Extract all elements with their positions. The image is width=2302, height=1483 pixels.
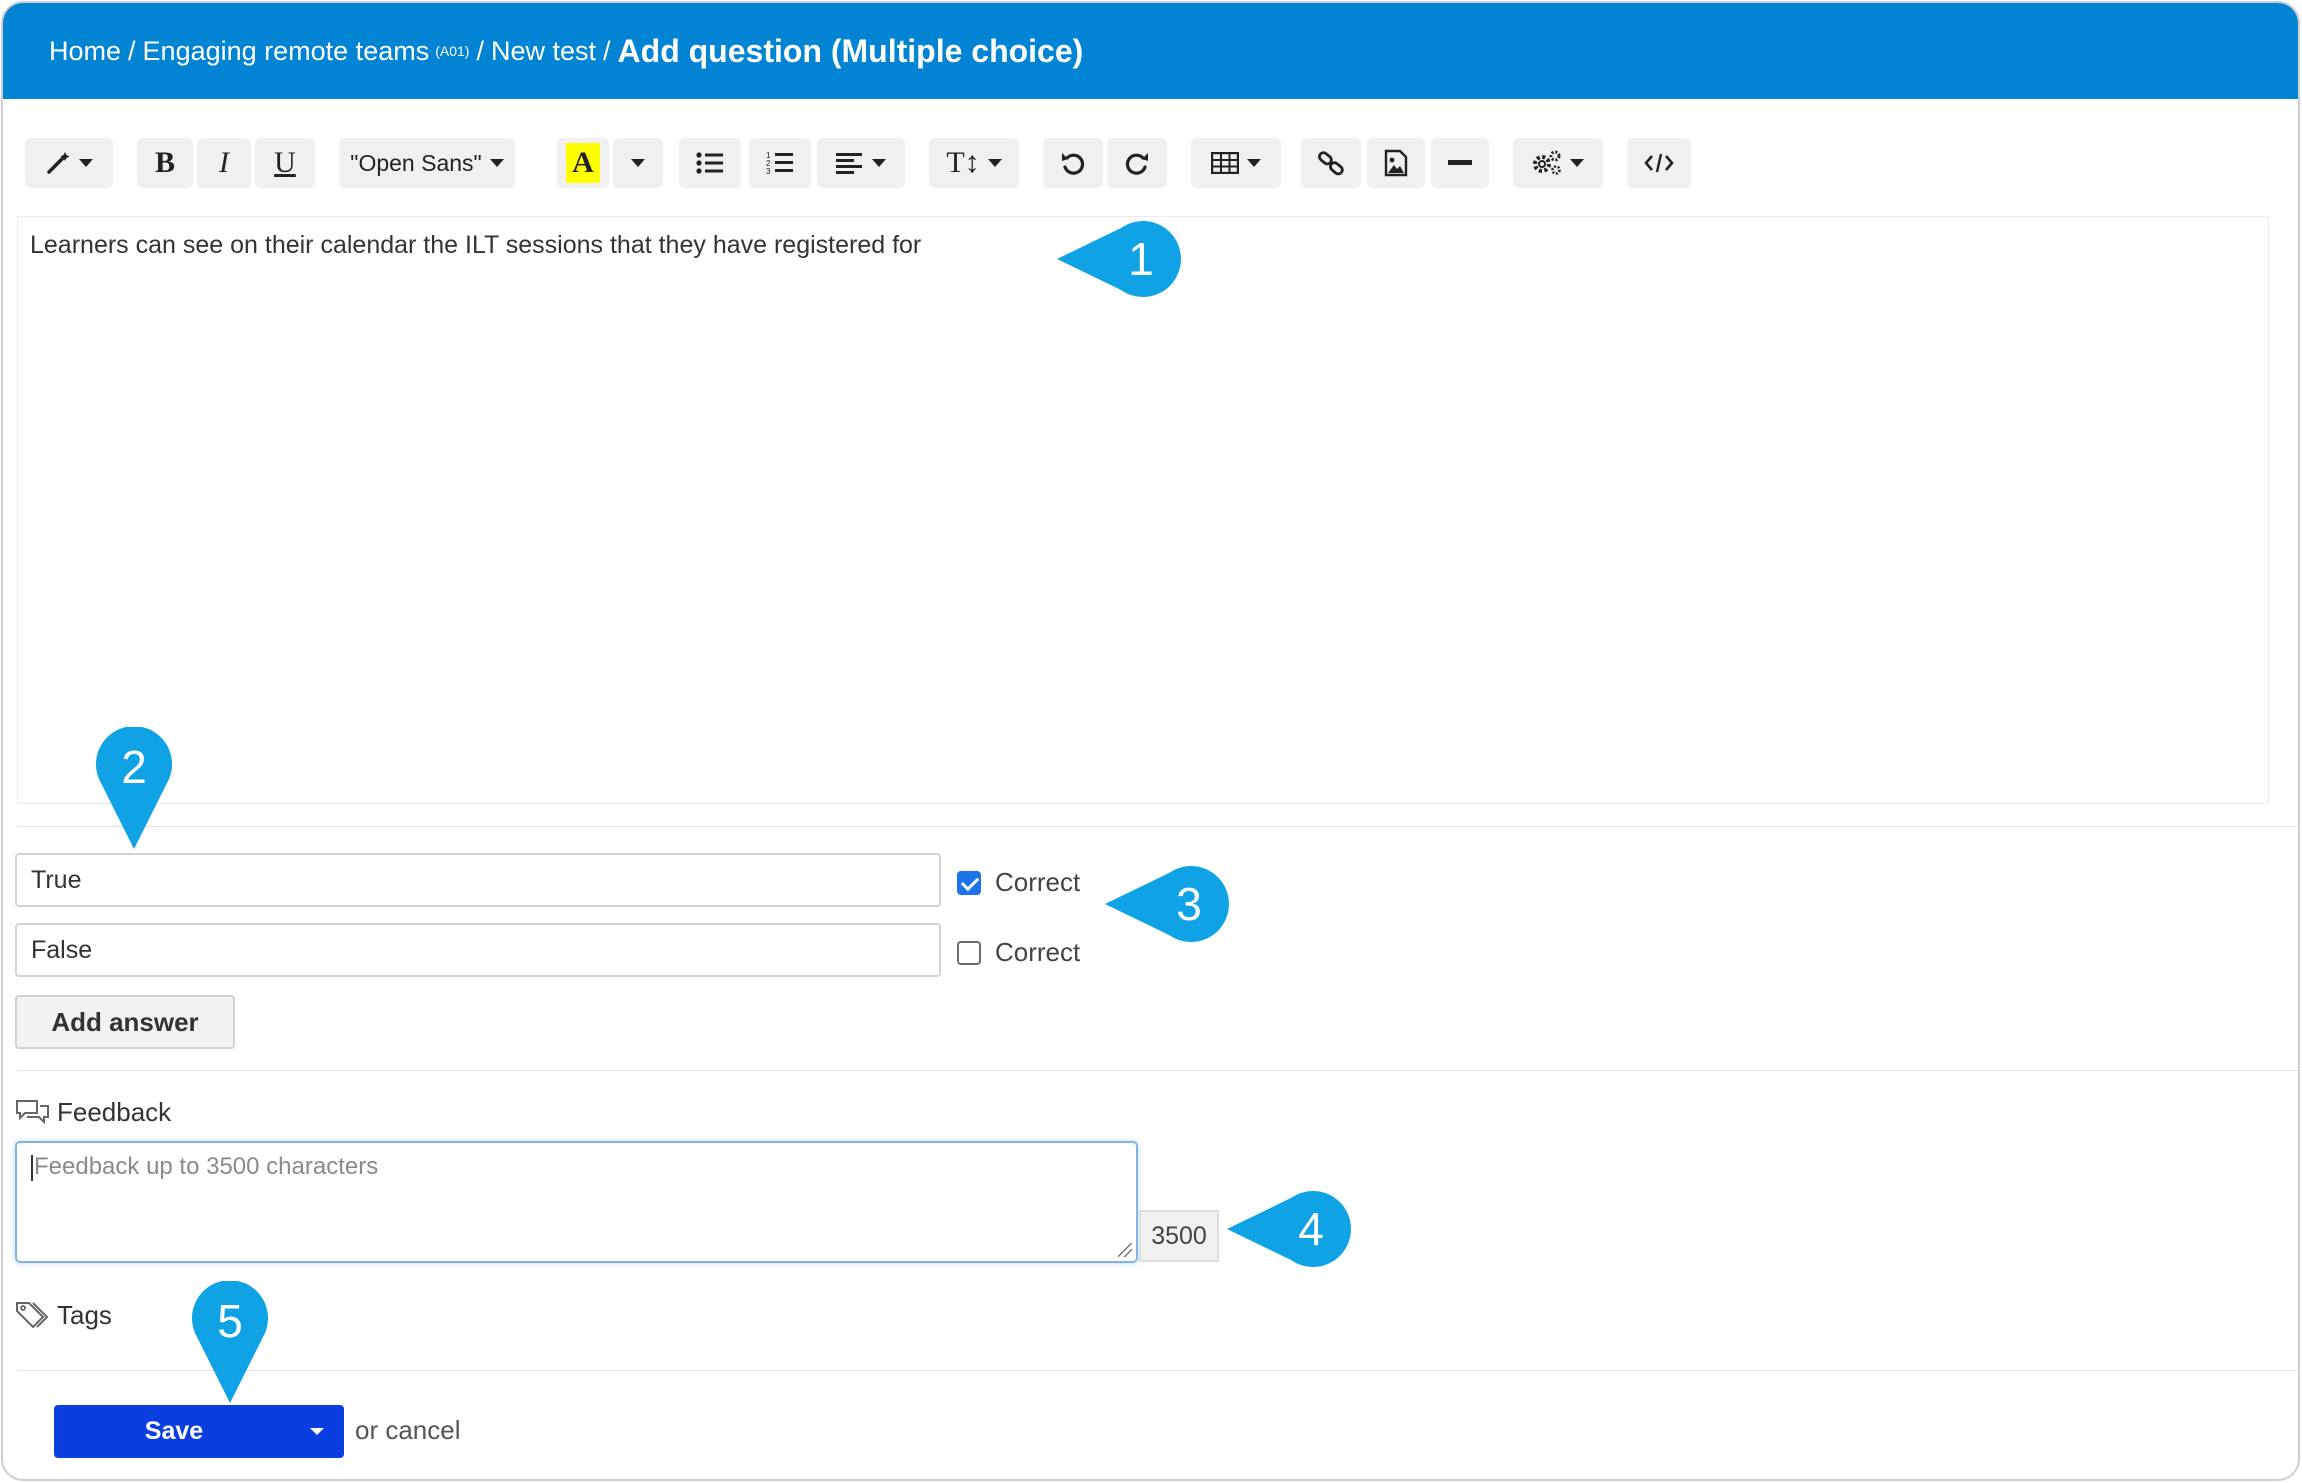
bulleted-list-button[interactable] [679, 138, 741, 188]
numbered-list-button[interactable]: 1 2 3 [749, 138, 811, 188]
insert-link-button[interactable] [1301, 138, 1361, 188]
settings-dropdown[interactable] [1513, 138, 1603, 188]
callout-marker-1: 1 [1057, 221, 1181, 297]
chevron-down-icon [1247, 159, 1261, 167]
correct-checkbox-false[interactable] [957, 941, 981, 965]
paragraph-align-dropdown[interactable] [817, 138, 905, 188]
feedback-label: Feedback [57, 1097, 172, 1127]
correct-label: Correct [995, 937, 1081, 967]
breadcrumb-separator: / [128, 35, 136, 66]
text-highlight-button[interactable]: A [557, 138, 609, 188]
resize-handle-icon[interactable] [1118, 1243, 1132, 1257]
tags-label: Tags [57, 1299, 112, 1330]
font-size-icon: T↕ [946, 146, 980, 179]
save-label: Save [144, 1417, 204, 1445]
chevron-down-icon[interactable] [310, 1428, 324, 1435]
bulleted-list-icon [696, 152, 723, 174]
character-count: 3500 [1151, 1221, 1207, 1250]
callout-number: 1 [1128, 233, 1154, 285]
link-icon [1318, 151, 1344, 176]
chevron-down-icon [872, 159, 886, 167]
redo-button[interactable] [1107, 138, 1167, 188]
font-size-dropdown[interactable]: T↕ [929, 138, 1019, 188]
answer-input-true[interactable]: True [15, 853, 941, 907]
comments-icon [16, 1099, 49, 1124]
svg-text:3: 3 [766, 167, 771, 176]
undo-icon [1062, 153, 1085, 175]
add-answer-label: Add answer [51, 1006, 199, 1037]
question-text: Learners can see on their calendar the I… [30, 231, 922, 259]
horizontal-rule-icon [1448, 160, 1472, 165]
bold-icon: B [154, 146, 175, 179]
feedback-heading: Feedback [15, 1097, 171, 1128]
answer-value: False [31, 936, 93, 964]
callout-marker-2: 2 [96, 727, 172, 849]
insert-table-dropdown[interactable] [1191, 138, 1281, 188]
insert-image-button[interactable] [1367, 138, 1425, 188]
breadcrumb-course[interactable]: Engaging remote teams [143, 36, 430, 67]
tags-icon [16, 1302, 49, 1329]
breadcrumb-separator: / [476, 35, 484, 66]
correct-checkbox-true[interactable] [957, 871, 981, 895]
answer-input-false[interactable]: False [15, 923, 941, 977]
section-divider [17, 1370, 2298, 1371]
question-text-editor[interactable]: Learners can see on their calendar the I… [17, 216, 2269, 804]
chevron-down-icon [987, 159, 1002, 167]
horizontal-rule-button[interactable] [1431, 138, 1489, 188]
callout-marker-5: 5 [192, 1281, 268, 1403]
character-counter: 3500 [1139, 1210, 1219, 1262]
callout-marker-3: 3 [1105, 866, 1229, 942]
numbered-list-icon: 1 2 3 [766, 151, 793, 176]
font-family-value: "Open Sans" [350, 149, 482, 176]
code-view-button[interactable] [1627, 138, 1691, 188]
callout-number: 2 [121, 741, 147, 793]
feedback-textarea[interactable]: Feedback up to 3500 characters [15, 1141, 1138, 1263]
answer-value: True [31, 866, 82, 894]
gears-icon [1533, 150, 1561, 175]
callout-number: 5 [217, 1295, 243, 1347]
highlight-color-icon: A [566, 143, 600, 183]
section-divider [17, 1070, 2298, 1071]
save-button[interactable]: Save [54, 1405, 344, 1458]
highlight-color-dropdown[interactable] [613, 138, 663, 188]
breadcrumb-test[interactable]: New test [491, 36, 596, 67]
redo-icon [1125, 153, 1148, 175]
app-window: Home / Engaging remote teams (A01) / New… [1, 1, 2300, 1481]
italic-button[interactable]: I [197, 138, 251, 188]
underline-button[interactable]: U [255, 138, 315, 188]
callout-marker-4: 4 [1227, 1191, 1351, 1267]
breadcrumb-separator: / [603, 35, 611, 66]
table-icon [1211, 152, 1239, 174]
align-left-icon [836, 153, 862, 174]
cancel-link[interactable]: or cancel [355, 1415, 461, 1446]
chevron-down-icon [631, 159, 645, 167]
magic-wand-icon [47, 152, 70, 174]
section-divider [17, 826, 2298, 827]
callout-number: 3 [1176, 878, 1202, 930]
underline-icon: U [274, 146, 296, 179]
add-answer-button[interactable]: Add answer [15, 995, 235, 1049]
bold-button[interactable]: B [137, 138, 193, 188]
breadcrumb: Home / Engaging remote teams (A01) / New… [3, 3, 2298, 99]
breadcrumb-course-code: (A01) [435, 43, 470, 59]
chevron-down-icon [79, 159, 93, 167]
chevron-down-icon [1570, 159, 1584, 167]
image-icon [1384, 149, 1408, 177]
feedback-placeholder: Feedback up to 3500 characters [34, 1153, 379, 1180]
editor-toolbar: B I U "Open Sans" A 1 2 3 T↕ [25, 138, 2285, 188]
callout-number: 4 [1298, 1203, 1324, 1255]
chevron-down-icon [489, 159, 504, 167]
text-cursor [31, 1154, 33, 1181]
undo-button[interactable] [1043, 138, 1103, 188]
italic-icon: I [219, 146, 229, 179]
font-family-dropdown[interactable]: "Open Sans" [339, 138, 515, 188]
magic-wand-style-button[interactable] [25, 138, 113, 188]
code-icon [1644, 153, 1674, 173]
correct-label: Correct [995, 867, 1081, 897]
breadcrumb-home[interactable]: Home [49, 36, 121, 67]
page-title: Add question (Multiple choice) [617, 32, 1084, 69]
tags-heading[interactable]: Tags [15, 1299, 112, 1331]
